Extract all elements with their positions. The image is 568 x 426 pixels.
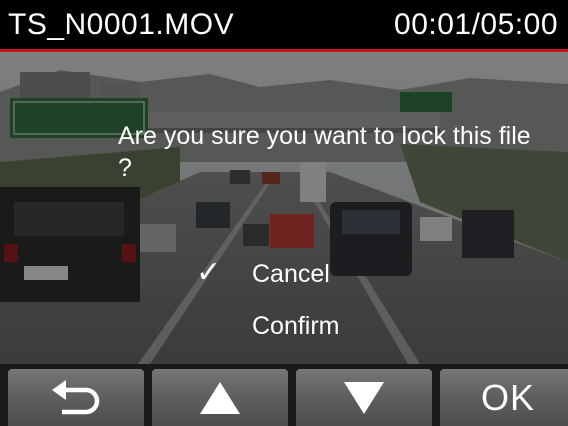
selected-check-icon: ✓: [196, 256, 222, 289]
option-cancel-label: Cancel: [252, 260, 330, 288]
option-confirm-label: Confirm: [252, 312, 340, 340]
ok-button[interactable]: OK: [440, 369, 568, 426]
return-arrow-icon: [52, 379, 100, 414]
ok-label: OK: [480, 376, 535, 418]
button-bar: OK: [0, 364, 568, 426]
triangle-down-icon: [344, 381, 384, 414]
file-name: TS_N0001.MOV: [8, 8, 235, 41]
option-confirm[interactable]: Confirm: [196, 308, 340, 344]
up-button[interactable]: [152, 369, 288, 426]
lock-confirm-question: Are you sure you want to lock this file …: [118, 122, 531, 182]
title-bar: TS_N0001.MOV 00:01/05:00: [0, 0, 568, 52]
back-button[interactable]: [8, 369, 144, 426]
down-button[interactable]: [296, 369, 432, 426]
triangle-up-icon: [200, 381, 240, 414]
option-cancel[interactable]: ✓ Cancel: [196, 255, 330, 291]
playback-timecode: 00:01/05:00: [394, 8, 558, 41]
